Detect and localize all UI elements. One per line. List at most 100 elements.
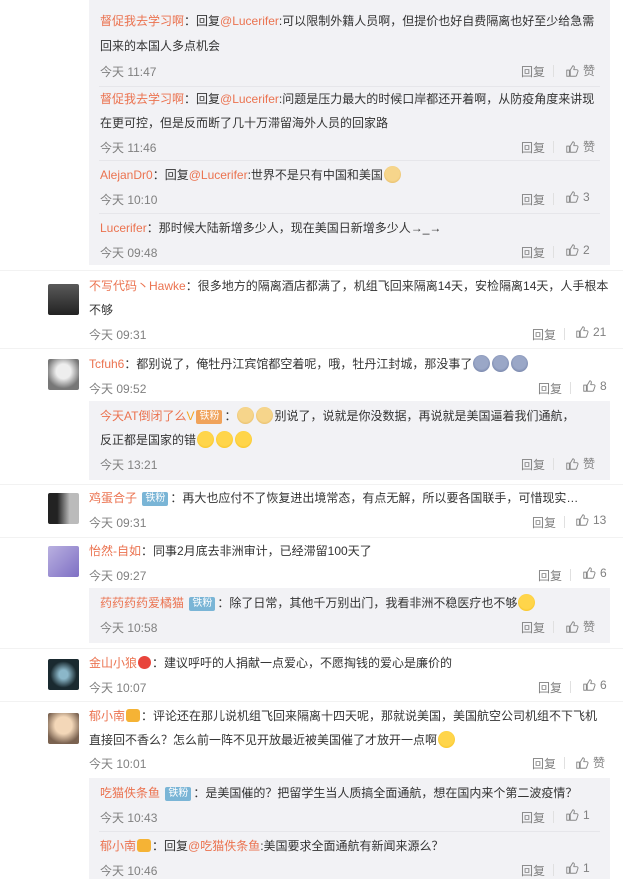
- reply-prefix: ：回复: [152, 168, 189, 182]
- avatar[interactable]: [48, 546, 79, 577]
- like-button[interactable]: 2: [565, 243, 590, 257]
- reply-button[interactable]: 回复: [532, 755, 556, 772]
- user-name-link[interactable]: 金山小狼: [89, 656, 137, 670]
- like-button[interactable]: 3: [565, 190, 590, 204]
- mention-link[interactable]: @Lucerifer: [189, 168, 248, 182]
- reply-text: :问题是压力最大的时候口岸都还开着啊，从防疫角度来讲现: [278, 92, 595, 106]
- divider: [564, 516, 565, 528]
- like-button[interactable]: 1: [565, 861, 590, 875]
- user-name-link[interactable]: 督促我去学习啊: [100, 14, 184, 28]
- timestamp: 今天 10:58: [100, 621, 158, 635]
- like-button[interactable]: 赞: [575, 754, 605, 771]
- reply-text-line2: 在更可控，但是反而断了几十万滞留海外人员的回家路: [100, 116, 389, 130]
- user-name-link[interactable]: 不写代码丶Hawke: [89, 279, 186, 293]
- reply-button[interactable]: 回复: [521, 139, 545, 156]
- timestamp: 今天 10:10: [100, 193, 158, 207]
- like-button[interactable]: 1: [565, 808, 590, 822]
- like-button[interactable]: 21: [575, 325, 606, 339]
- reply-text: ：那时候大陆新增多少人，现在美国日新增多少人→_→: [146, 221, 442, 235]
- like-count: 赞: [593, 756, 606, 770]
- reply-button[interactable]: 回复: [521, 809, 545, 826]
- reply-button[interactable]: 回复: [521, 619, 545, 636]
- thumbs-up-icon: [575, 756, 589, 770]
- comment-body: 鸡蛋合子 铁粉 ：再大也应付不了恢复进出境常态，有点无解，所以要各国联手，可惜现实…: [89, 488, 578, 509]
- divider: [570, 681, 571, 693]
- user-name-link[interactable]: 怡然-自如: [89, 544, 141, 558]
- reply-body: 郁小南 ：回复@吃猫佚条鱼:美国要求全面通航有新闻来源么？: [100, 836, 444, 857]
- reply-text: :美国要求全面通航有新闻来源么？: [260, 839, 444, 853]
- like-count: 赞: [583, 620, 596, 634]
- reply-button[interactable]: 回复: [532, 514, 556, 531]
- reply-thread-block: 吃猫佚条鱼 铁粉 ：是美国催的？把留学生当人质搞全面通航，想在国内来个第二波疫情？…: [89, 778, 610, 879]
- mention-link[interactable]: @Lucerifer: [220, 14, 279, 28]
- reply-body: AlejanDr0：回复@Lucerifer:世界不是只有中国和美国: [100, 165, 402, 186]
- reply-button[interactable]: 回复: [521, 63, 545, 80]
- reply-button[interactable]: 回复: [538, 380, 562, 397]
- fan-badge: 铁粉: [142, 492, 169, 506]
- reply-button[interactable]: 回复: [538, 567, 562, 584]
- like-button[interactable]: 13: [575, 513, 606, 527]
- user-name-link[interactable]: 督促我去学习啊: [100, 92, 184, 106]
- avatar[interactable]: [48, 659, 79, 690]
- reply-button[interactable]: 回复: [521, 191, 545, 208]
- user-name-link[interactable]: 今天AT倒闭了么: [100, 409, 186, 423]
- like-button[interactable]: 6: [582, 566, 607, 580]
- avatar[interactable]: [48, 493, 79, 524]
- avatar[interactable]: [48, 359, 79, 390]
- comment-text-line2: 直接回不香么？怎么前一阵不见开放最近被美国催了才放开一点啊: [89, 730, 456, 751]
- user-name-link[interactable]: 郁小南: [100, 839, 136, 853]
- like-button[interactable]: 赞: [565, 618, 595, 635]
- laughing-crying-emoji-icon: [438, 731, 456, 748]
- comment-text: ：都别说了，俺牡丹江宾馆都空着呢，哦，牡丹江封城，那没事了: [124, 357, 473, 371]
- user-name-link[interactable]: Lucerifer: [100, 221, 147, 235]
- fan-badge: 铁粉: [196, 410, 223, 424]
- comment-text-line2: 不够: [89, 303, 114, 317]
- like-count: 8: [600, 379, 607, 393]
- reply-button[interactable]: 回复: [521, 456, 545, 473]
- mention-link[interactable]: @吃猫佚条鱼: [188, 839, 260, 853]
- avatar[interactable]: [48, 284, 79, 315]
- reply-text-line2: 反正都是国家的错: [100, 430, 253, 451]
- like-button[interactable]: 6: [582, 678, 607, 692]
- avatar[interactable]: [48, 713, 79, 744]
- member-icon: [138, 656, 152, 669]
- laughing-crying-emoji-icon: [197, 431, 215, 448]
- thumbs-up-icon: [575, 325, 589, 339]
- reply-body: 吃猫佚条鱼 铁粉 ：是美国催的？把留学生当人质搞全面通航，想在国内来个第二波疫情？: [100, 783, 577, 804]
- reply-text-line2: 回来的本国人多点机会: [100, 39, 221, 53]
- divider: [553, 246, 554, 258]
- user-name-link[interactable]: 吃猫佚条鱼: [100, 786, 160, 800]
- user-name-link[interactable]: 药药药药爱橘猫: [100, 596, 184, 610]
- reply-button[interactable]: 回复: [521, 862, 545, 879]
- user-name-link[interactable]: 郁小南: [89, 709, 125, 723]
- like-button[interactable]: 8: [582, 379, 607, 393]
- user-name-link[interactable]: Tcfuh6: [89, 357, 124, 371]
- reply-button[interactable]: 回复: [538, 679, 562, 696]
- comment-body: Tcfuh6：都别说了，俺牡丹江宾馆都空着呢，哦，牡丹江封城，那没事了: [89, 354, 529, 375]
- like-button[interactable]: 赞: [565, 62, 595, 79]
- like-count: 21: [593, 325, 607, 339]
- reply-button[interactable]: 回复: [532, 326, 556, 343]
- like-button[interactable]: 赞: [565, 455, 595, 472]
- user-name-link[interactable]: 鸡蛋合子: [89, 491, 137, 505]
- mention-link[interactable]: @Lucerifer: [220, 92, 279, 106]
- crying-emoji-icon: [511, 355, 529, 372]
- timestamp: 今天 09:52: [89, 382, 147, 396]
- like-count: 赞: [583, 140, 596, 154]
- like-count: 6: [600, 566, 607, 580]
- reply-body: 药药药药爱橘猫 铁粉 ：除了日常，其他千万别出门，我看非洲不稳医疗也不够: [100, 593, 536, 614]
- divider: [570, 382, 571, 394]
- comment-body: 不写代码丶Hawke：很多地方的隔离酒店都满了，机组飞回来隔离14天，安检隔离1…: [89, 276, 608, 297]
- like-button[interactable]: 赞: [565, 138, 595, 155]
- timestamp: 今天 13:21: [100, 458, 158, 472]
- user-name-link[interactable]: AlejanDr0: [100, 168, 153, 182]
- reply-button[interactable]: 回复: [521, 244, 545, 261]
- like-count: 6: [600, 678, 607, 692]
- fan-badge: 铁粉: [189, 597, 216, 611]
- laughing-crying-emoji-icon: [235, 431, 253, 448]
- timestamp: 今天 10:46: [100, 864, 158, 878]
- like-count: 2: [583, 243, 590, 257]
- reply-thread-block: 药药药药爱橘猫 铁粉 ：除了日常，其他千万别出门，我看非洲不稳医疗也不够 今天 1…: [89, 588, 610, 643]
- comment-text: ：很多地方的隔离酒店都满了，机组飞回来隔离14天，安检隔离14天，人手根本: [185, 279, 609, 293]
- divider: [553, 65, 554, 77]
